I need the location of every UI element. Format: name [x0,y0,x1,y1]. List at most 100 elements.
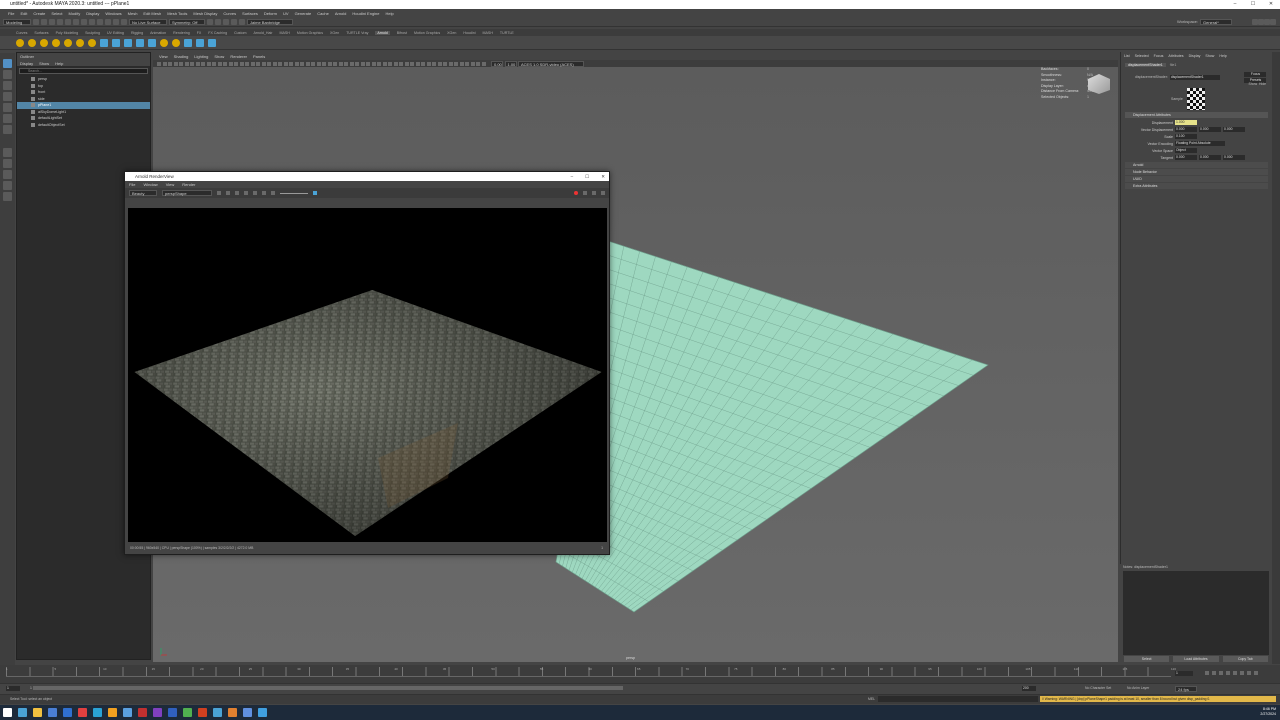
taskbar-app-icon[interactable] [183,708,192,717]
menu-mesh[interactable]: Mesh [128,11,138,16]
viewport-tool-icon[interactable] [234,61,238,66]
taskbar-app-icon[interactable] [33,708,42,717]
render-view-icon[interactable] [208,38,216,47]
viewport-tool-icon[interactable] [162,61,167,66]
rotate-tool-icon[interactable] [3,103,12,112]
crop-region-icon[interactable] [244,191,248,195]
shelf-tab-arnold-hair[interactable]: Arnold_Hair [253,31,272,35]
shelf-tab-rendering[interactable]: Rendering [173,31,190,35]
menu-set-dropdown[interactable]: Modeling [3,18,31,25]
taskbar-app-icon[interactable] [258,708,267,717]
viewport-tool-icon[interactable] [333,61,337,66]
shelf-tab-rigging[interactable]: Rigging [131,31,143,35]
viewport-menu-renderer[interactable]: Renderer [230,54,247,59]
light-portal-icon[interactable] [76,38,84,47]
taskbar-app-icon[interactable] [48,708,57,717]
isolate-icon[interactable] [253,191,257,195]
section-uuid[interactable]: UUID [1125,176,1268,182]
viewport-tool-icon[interactable] [261,61,266,66]
save-scene-icon[interactable] [49,18,55,25]
shelf-tab-xgen[interactable]: XGen [447,31,456,35]
viewport-tool-icon[interactable] [173,61,178,66]
shelf-tab-turtle-vray[interactable]: TURTLE Vray [346,31,368,35]
play-backwards-icon[interactable] [1226,671,1230,675]
notes-textarea[interactable] [1123,571,1269,655]
step-back-key-icon[interactable] [1212,671,1216,675]
menu-uv[interactable]: UV [283,11,289,16]
taskbar-app-icon[interactable] [243,708,252,717]
viewport-tool-icon[interactable] [184,61,189,66]
single-perspective-layout-icon[interactable] [3,148,12,157]
viewport-tool-icon[interactable] [355,61,359,66]
region-render-icon[interactable] [592,191,596,195]
hide-button[interactable]: Hide [1259,82,1266,86]
node-tab-active[interactable]: displacementShader1 [1125,63,1166,67]
taskbar-app-icon[interactable] [198,708,207,717]
shelf-tab-animation[interactable]: Animation [150,31,166,35]
arnold-render-view-icon[interactable] [239,18,245,25]
taskbar-app-icon[interactable] [168,708,177,717]
taskbar-app-icon[interactable] [123,708,132,717]
select-button[interactable]: Select [1124,656,1170,662]
viewport-tool-icon[interactable] [300,61,304,66]
exposure-slider[interactable] [280,192,308,194]
outliner-search-input[interactable]: Search... [19,68,148,74]
shelf-tab-turtle[interactable]: TURTLE [500,31,514,35]
taskbar-app-icon[interactable] [93,708,102,717]
menu-help[interactable]: Help [386,11,394,16]
settings-gear-icon[interactable] [271,191,275,195]
viewport-tool-icon[interactable] [448,61,453,66]
shelf-tab-bifrost[interactable]: Bifrost [397,31,407,35]
copy-tab-button[interactable]: Copy Tab [1222,656,1268,662]
exposure-icon[interactable] [226,191,230,195]
viewport-tool-icon[interactable] [338,61,343,66]
menu-surfaces[interactable]: Surfaces [242,11,258,16]
viewport-tool-icon[interactable] [245,61,249,66]
taskbar-app-icon[interactable] [228,708,237,717]
viewport-menu-shading[interactable]: Shading [174,54,189,59]
snap-point-icon[interactable] [113,18,119,25]
viewport-tool-icon[interactable] [476,61,480,66]
skydome-light-icon[interactable] [64,38,72,47]
fps-dropdown[interactable]: 24 fps [1175,686,1197,692]
viewport-tool-icon[interactable] [228,61,233,66]
viewport-tool-icon[interactable] [415,61,420,66]
menu-houdini-engine[interactable]: Houdini Engine [352,11,379,16]
taskbar-app-icon[interactable] [18,708,27,717]
stop-render-icon[interactable] [574,191,578,195]
render-frame-icon[interactable] [207,18,213,25]
renderview-menu-render[interactable]: Render [182,182,195,187]
menu-modify[interactable]: Modify [69,11,81,16]
snap-surface-icon[interactable] [121,18,127,25]
taskbar-app-icon[interactable] [78,708,87,717]
shelf-tab-houdini[interactable]: Houdini [463,31,475,35]
shelf-tab-custom[interactable]: Custom [234,31,246,35]
viewport-tool-icon[interactable] [305,61,310,66]
menu-file[interactable]: File [8,11,14,16]
viewport-tool-icon[interactable] [190,61,194,66]
viewport-menu-view[interactable]: View [159,54,168,59]
viewport-menu-lighting[interactable]: Lighting [194,54,208,59]
renderview-minimize-button[interactable]: – [571,172,574,181]
outliner-menu-display[interactable]: Display [20,61,33,66]
viewport-tool-icon[interactable] [432,61,436,66]
channel-rgb-icon[interactable] [217,191,221,195]
menu-generate[interactable]: Generate [295,11,312,16]
viewport-tool-icon[interactable] [201,61,205,66]
render-settings-icon[interactable] [223,18,229,25]
viewport-tool-icon[interactable] [454,61,458,66]
render-icon[interactable] [16,38,24,47]
redo-icon[interactable] [65,18,71,25]
renderview-close-button[interactable]: ✕ [601,172,605,181]
mesh-light-icon[interactable] [40,38,48,47]
set-parameter-icon[interactable] [184,38,192,47]
light-editor-icon[interactable] [172,38,180,47]
menu-cache[interactable]: Cache [317,11,329,16]
ipr-render-icon[interactable] [215,18,221,25]
renderview-maximize-button[interactable]: ☐ [585,172,589,181]
attribute-field[interactable]: Floating Point Absolute [1175,141,1225,146]
lasso-tool-icon[interactable] [3,70,12,79]
viewport-tool-icon[interactable] [316,61,321,66]
outliner-item[interactable]: defaultObjectSet [17,122,150,129]
select-by-component-icon[interactable] [89,18,95,25]
